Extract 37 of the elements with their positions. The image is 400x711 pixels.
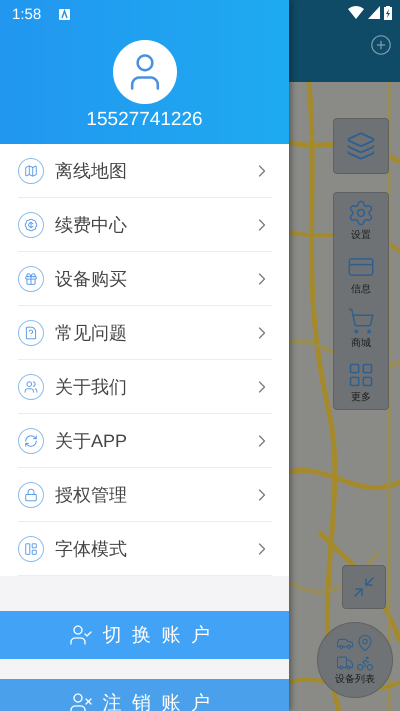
gift-icon <box>18 266 44 292</box>
bike-icon <box>356 654 374 672</box>
menu-item[interactable]: 离线地图 <box>18 144 272 198</box>
tool-item[interactable]: 更多 <box>334 355 388 409</box>
question-icon <box>18 320 44 346</box>
phone-number: 15527741226 <box>86 109 203 131</box>
user-switch-icon <box>68 623 93 647</box>
pin-icon <box>356 634 374 652</box>
menu-item[interactable]: 常见问题 <box>18 306 272 360</box>
layout-icon <box>18 536 44 562</box>
user-remove-icon <box>68 691 93 711</box>
wifi-icon <box>348 6 364 19</box>
layers-icon <box>346 131 376 161</box>
menu-item[interactable]: 关于APP <box>18 414 272 468</box>
tool-item[interactable]: 信息 <box>334 247 388 301</box>
grid-icon <box>347 360 375 388</box>
menu-item[interactable]: 续费中心 <box>18 198 272 252</box>
tool-item[interactable]: 设置 <box>334 193 388 247</box>
settings-icon <box>347 198 375 226</box>
battery-icon <box>384 6 392 20</box>
cart-icon <box>347 306 375 334</box>
refresh-icon <box>18 428 44 454</box>
tool-item[interactable]: 商城 <box>334 301 388 355</box>
collapse-icon <box>352 575 376 599</box>
users-icon <box>18 374 44 400</box>
map-icon <box>18 158 44 184</box>
signal-icon <box>368 6 380 19</box>
coin-icon <box>18 212 44 238</box>
status-time: 1:58 <box>12 6 42 22</box>
truck-icon <box>336 654 354 672</box>
menu-item[interactable]: 设备购买 <box>18 252 272 306</box>
lock-icon <box>18 482 44 508</box>
notification-icon <box>59 8 70 20</box>
menu-item[interactable]: 字体模式 <box>18 522 272 576</box>
add-icon[interactable] <box>370 34 392 56</box>
menu-item[interactable]: 授权管理 <box>18 468 272 522</box>
menu-item[interactable]: 关于我们 <box>18 360 272 414</box>
